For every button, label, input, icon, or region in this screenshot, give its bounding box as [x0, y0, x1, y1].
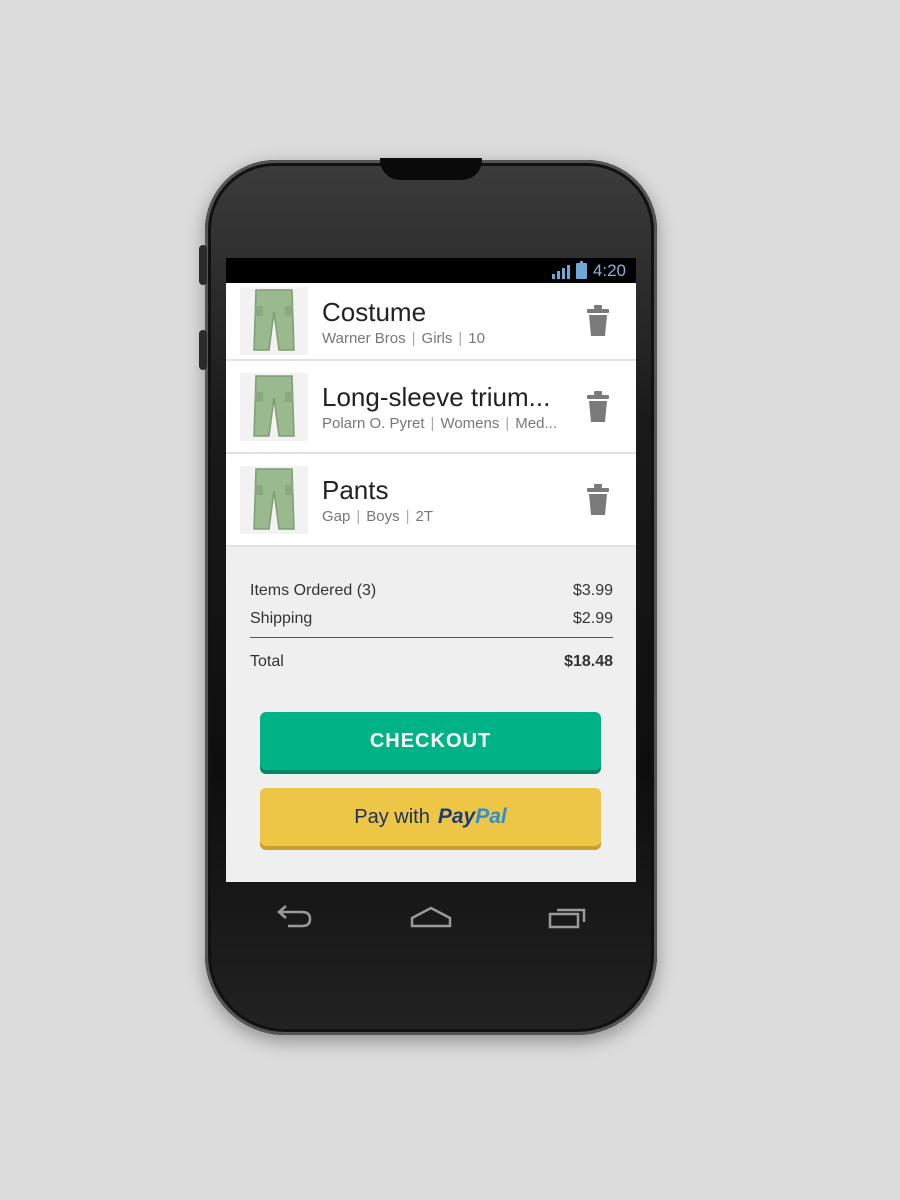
- checkout-button[interactable]: CHECKOUT: [260, 712, 601, 770]
- shipping-value: $2.99: [572, 610, 613, 627]
- shipping-row: Shipping $2.99: [250, 605, 613, 633]
- cart-item[interactable]: Costume Warner Bros | Girls | 10: [226, 283, 636, 361]
- signal-icon: [551, 263, 570, 279]
- summary-divider: [250, 637, 613, 638]
- item-brand: Gap: [322, 508, 351, 525]
- cart-item[interactable]: Long-sleeve trium... Polarn O. Pyret | Wom…: [226, 361, 636, 454]
- trash-icon[interactable]: [586, 483, 610, 516]
- item-title: Long-sleeve trium...: [322, 382, 551, 412]
- paypal-logo-pal: Pal: [475, 805, 507, 828]
- item-details: Gap | Boys | 2T: [322, 508, 434, 525]
- status-bar: 4:20: [226, 258, 636, 283]
- checkout-label: CHECKOUT: [369, 729, 492, 752]
- product-thumbnail: [240, 465, 308, 534]
- order-summary: Items Ordered (3) $3.99 Shipping $2.99 T…: [226, 547, 636, 676]
- speaker-notch: [380, 158, 482, 180]
- recent-apps-icon[interactable]: [548, 905, 588, 929]
- status-time: 4:20: [592, 260, 626, 280]
- total-row: Total $18.48: [250, 648, 613, 676]
- android-nav-bar: [226, 882, 636, 952]
- trash-icon[interactable]: [586, 305, 610, 337]
- battery-icon: [575, 260, 587, 279]
- total-label: Total: [250, 653, 284, 670]
- items-ordered-value: $3.99: [572, 582, 613, 599]
- item-title: Pants: [322, 475, 389, 505]
- home-icon[interactable]: [410, 906, 452, 928]
- items-ordered-label: Items Ordered (3): [250, 582, 377, 599]
- items-ordered-row: Items Ordered (3) $3.99: [250, 577, 613, 605]
- trash-icon[interactable]: [586, 390, 610, 423]
- item-category: Womens: [440, 415, 500, 432]
- item-category: Boys: [366, 508, 400, 525]
- item-details: Polarn O. Pyret | Womens | Med...: [322, 415, 557, 432]
- item-category: Girls: [421, 329, 453, 347]
- product-thumbnail: [240, 287, 308, 355]
- item-brand: Warner Bros: [322, 329, 406, 347]
- total-value: $18.48: [564, 653, 613, 670]
- item-size: 2T: [415, 508, 434, 525]
- item-size: 10: [468, 329, 485, 347]
- item-details: Warner Bros | Girls | 10: [322, 329, 485, 347]
- paypal-logo-pay: Pay: [437, 805, 476, 828]
- paypal-prefix: Pay with: [354, 805, 430, 828]
- power-button: [199, 330, 207, 370]
- volume-button: [199, 245, 207, 285]
- cart-item[interactable]: Pants Gap | Boys | 2T: [226, 454, 636, 547]
- item-brand: Polarn O. Pyret: [322, 415, 425, 432]
- app-screen: 4:20 Costume Warner Bros | Girls | 10 Long-s…: [226, 258, 636, 882]
- back-icon[interactable]: [274, 905, 314, 929]
- shipping-label: Shipping: [250, 610, 313, 627]
- item-title: Costume: [322, 296, 427, 327]
- item-size: Med...: [515, 415, 557, 432]
- product-thumbnail: [240, 372, 308, 441]
- paypal-button[interactable]: Pay with Pay Pal: [260, 788, 601, 846]
